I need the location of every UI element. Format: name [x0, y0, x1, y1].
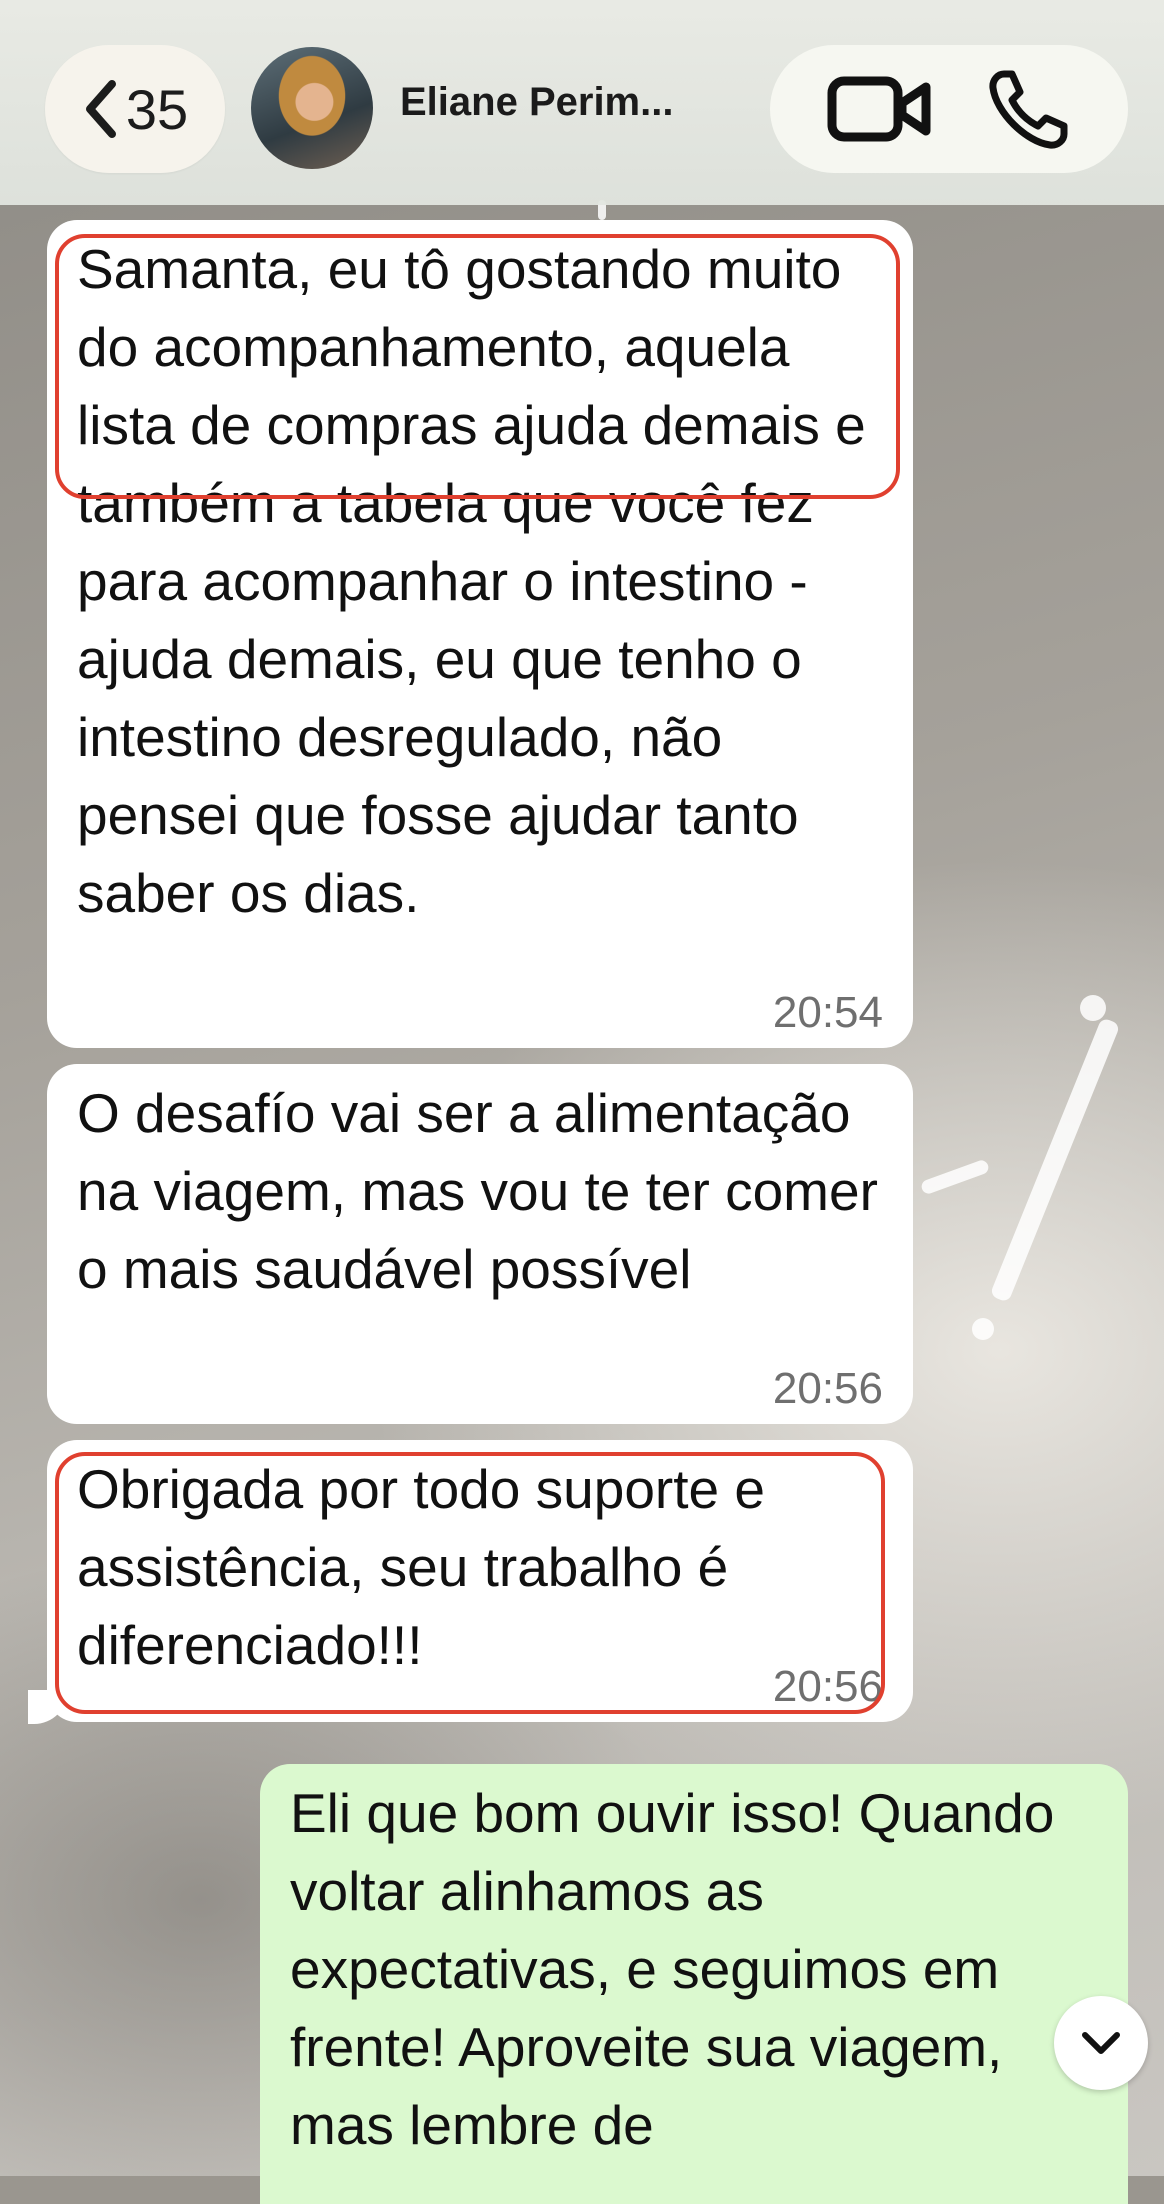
video-call-icon[interactable] [826, 73, 934, 145]
message-bubble-outgoing[interactable]: Eli que bom ouvir isso! Quando voltar al… [260, 1764, 1128, 2204]
back-button[interactable]: 35 [45, 45, 225, 173]
message-bubble-incoming[interactable]: Samanta, eu tô gostando muito do acompan… [47, 220, 913, 1048]
scroll-to-bottom-button[interactable] [1054, 1996, 1148, 2090]
wallpaper-stroke [1080, 995, 1106, 1021]
chevron-down-icon [1082, 2032, 1120, 2054]
message-text: Obrigada por todo suporte e assistência,… [77, 1458, 765, 1676]
message-bubble-incoming[interactable]: Obrigada por todo suporte e assistência,… [47, 1440, 913, 1722]
message-time: 20:54 [772, 988, 883, 1037]
message-bubble-incoming[interactable]: O desafío vai ser a alimentação na viage… [47, 1064, 913, 1424]
phone-icon[interactable] [986, 66, 1072, 152]
message-time: 20:56 [772, 1662, 883, 1711]
contact-name[interactable]: Eliane Perim... [400, 80, 720, 125]
message-time: 20:56 [772, 1364, 883, 1413]
wallpaper-stroke [972, 1318, 994, 1340]
avatar[interactable] [251, 47, 373, 169]
unread-count: 35 [125, 77, 189, 141]
message-text: O desafío vai ser a alimentação na viage… [77, 1082, 878, 1300]
wallpaper-stroke [919, 1158, 991, 1196]
call-actions [770, 45, 1128, 173]
chevron-left-icon [85, 80, 116, 138]
chat-header: 35 Eliane Perim... [0, 0, 1164, 205]
message-text: Eli que bom ouvir isso! Quando voltar al… [290, 1782, 1055, 2156]
message-text: Samanta, eu tô gostando muito do acompan… [77, 238, 866, 924]
wallpaper-stroke [989, 1017, 1121, 1303]
